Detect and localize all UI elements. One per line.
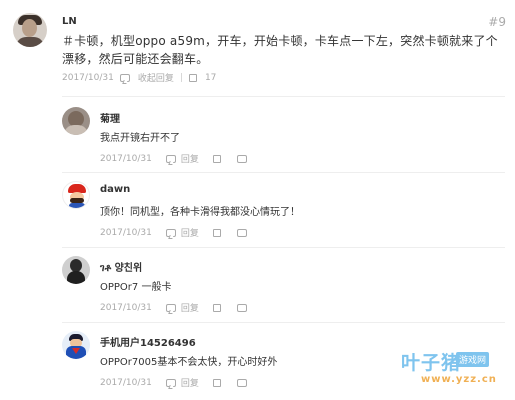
avatar[interactable] (62, 181, 90, 209)
avatar[interactable] (62, 107, 90, 135)
site-watermark: 叶子猪 游戏网 www.yzz.cn (401, 348, 501, 390)
username[interactable]: LN (62, 16, 77, 27)
avatar[interactable] (62, 331, 90, 359)
reply-username[interactable]: ገቶ 양친위 (100, 259, 142, 274)
reply-link[interactable]: 回复 (181, 376, 199, 389)
reply-button[interactable]: 回复 (165, 152, 199, 165)
post-date: 2017/10/31 (62, 72, 114, 83)
comment-icon (165, 154, 176, 163)
comment-icon (119, 73, 130, 82)
thumb-up-icon[interactable] (212, 228, 221, 237)
comment-icon (165, 228, 176, 237)
reply-date: 2017/10/31 (100, 227, 152, 238)
like-count: 17 (204, 72, 217, 83)
divider (62, 172, 505, 173)
watermark-badge: 游戏网 (456, 352, 490, 367)
floor-number: #9 (488, 15, 506, 29)
reply-item: ገቶ 양친위 OPPOr7 一般卡 2017/10/31 回复 (0, 256, 515, 322)
post-meta: 2017/10/31 收起回复 | 17 (62, 71, 217, 85)
reply-username[interactable]: 菊理 (100, 110, 120, 125)
watermark-title: 叶子猪 (401, 352, 462, 374)
reply-meta: 2017/10/31 回复 (100, 152, 249, 165)
share-icon[interactable] (236, 378, 247, 387)
reply-text: OPPOr7 一般卡 (100, 282, 172, 293)
comment-icon (165, 303, 176, 312)
main-post: LN #9 ＃卡顿，机型oppo a59m，开车，开始卡顿，卡车点一下左，突然卡… (0, 0, 515, 92)
reply-date: 2017/10/31 (100, 153, 152, 164)
comment-icon (165, 378, 176, 387)
reply-username[interactable]: 手机用户14526496 (100, 334, 196, 349)
share-icon[interactable] (236, 154, 247, 163)
reply-text: OPPOr7005基本不会太快，开心时好外 (100, 357, 278, 368)
reply-link[interactable]: 回复 (181, 301, 199, 314)
avatar[interactable] (13, 13, 47, 47)
reply-text: 我点开镜右开不了 (100, 133, 180, 144)
divider (62, 96, 505, 97)
reply-meta: 2017/10/31 回复 (100, 301, 249, 314)
reply-item: dawn 顶你！同机型，各种卡滑得我都没心情玩了！ 2017/10/31 回复 (0, 181, 515, 247)
reply-date: 2017/10/31 (100, 377, 152, 388)
reply-username[interactable]: dawn (100, 184, 130, 195)
post-text: ＃卡顿，机型oppo a59m，开车，开始卡顿，卡车点一下左，突然卡顿就来了个漂… (62, 34, 498, 66)
watermark-url: www.yzz.cn (421, 374, 497, 385)
share-icon[interactable] (236, 303, 247, 312)
reply-text: 顶你！同机型，各种卡滑得我都没心情玩了！ (100, 207, 300, 218)
reply-link[interactable]: 回复 (181, 152, 199, 165)
thumb-up-icon[interactable] (212, 378, 221, 387)
reply-button[interactable]: 回复 (165, 376, 199, 389)
reply-item: 菊理 我点开镜右开不了 2017/10/31 回复 (0, 107, 515, 173)
share-icon[interactable] (236, 228, 247, 237)
separator: | (179, 72, 183, 83)
thumb-up-icon[interactable] (212, 303, 221, 312)
reply-date: 2017/10/31 (100, 302, 152, 313)
avatar[interactable] (62, 256, 90, 284)
reply-meta: 2017/10/31 回复 (100, 226, 249, 239)
divider (62, 322, 505, 323)
divider (62, 247, 505, 248)
reply-meta: 2017/10/31 回复 (100, 376, 249, 389)
reply-link[interactable]: 回复 (181, 226, 199, 239)
thumb-up-icon[interactable] (188, 73, 197, 82)
collapse-replies-link[interactable]: 收起回复 (138, 71, 174, 84)
reply-button[interactable]: 回复 (165, 301, 199, 314)
thumb-up-icon[interactable] (212, 154, 221, 163)
reply-button[interactable]: 回复 (165, 226, 199, 239)
